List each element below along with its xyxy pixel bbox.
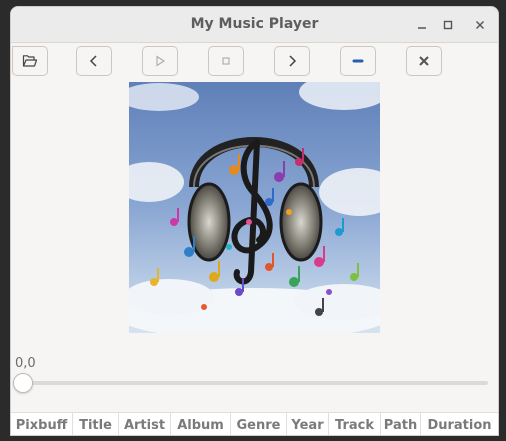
maximize-icon xyxy=(443,20,453,30)
x-icon xyxy=(419,56,429,66)
column-header-artist[interactable]: Artist xyxy=(119,413,171,435)
play-icon xyxy=(156,55,166,67)
chevron-left-icon xyxy=(89,55,97,67)
remove-button[interactable] xyxy=(340,46,376,76)
column-header-title[interactable]: Title xyxy=(73,413,119,435)
play-button[interactable] xyxy=(142,46,178,76)
chevron-right-icon xyxy=(289,55,297,67)
close-icon xyxy=(476,21,484,29)
close-track-button[interactable] xyxy=(406,46,442,76)
folder-open-icon xyxy=(22,55,38,67)
open-button[interactable] xyxy=(12,46,48,76)
headphones-music-notes-image xyxy=(129,82,380,333)
playlist-header: Pixbuff Title Artist Album Genre Year Tr… xyxy=(11,412,498,435)
stop-icon xyxy=(222,57,230,65)
minimize-icon xyxy=(418,27,426,29)
column-header-album[interactable]: Album xyxy=(171,413,231,435)
column-header-year[interactable]: Year xyxy=(287,413,329,435)
close-button[interactable] xyxy=(469,14,491,36)
seek-slider-track[interactable] xyxy=(23,381,488,385)
album-art-image xyxy=(129,82,380,333)
maximize-button[interactable] xyxy=(437,14,459,36)
app-window: My Music Player 0,0 Pixbuff Title Artist… xyxy=(10,6,499,436)
stop-button[interactable] xyxy=(208,46,244,76)
minus-icon xyxy=(352,59,364,63)
minimize-button[interactable] xyxy=(411,14,433,36)
next-button[interactable] xyxy=(274,46,310,76)
column-header-genre[interactable]: Genre xyxy=(231,413,287,435)
position-label: 0,0 xyxy=(15,356,36,371)
column-header-duration[interactable]: Duration xyxy=(421,413,498,435)
column-header-path[interactable]: Path xyxy=(381,413,421,435)
title-bar[interactable]: My Music Player xyxy=(11,7,498,43)
column-header-track[interactable]: Track xyxy=(329,413,381,435)
previous-button[interactable] xyxy=(76,46,112,76)
column-header-pixbuff[interactable]: Pixbuff xyxy=(11,413,73,435)
seek-slider-knob[interactable] xyxy=(13,373,33,393)
